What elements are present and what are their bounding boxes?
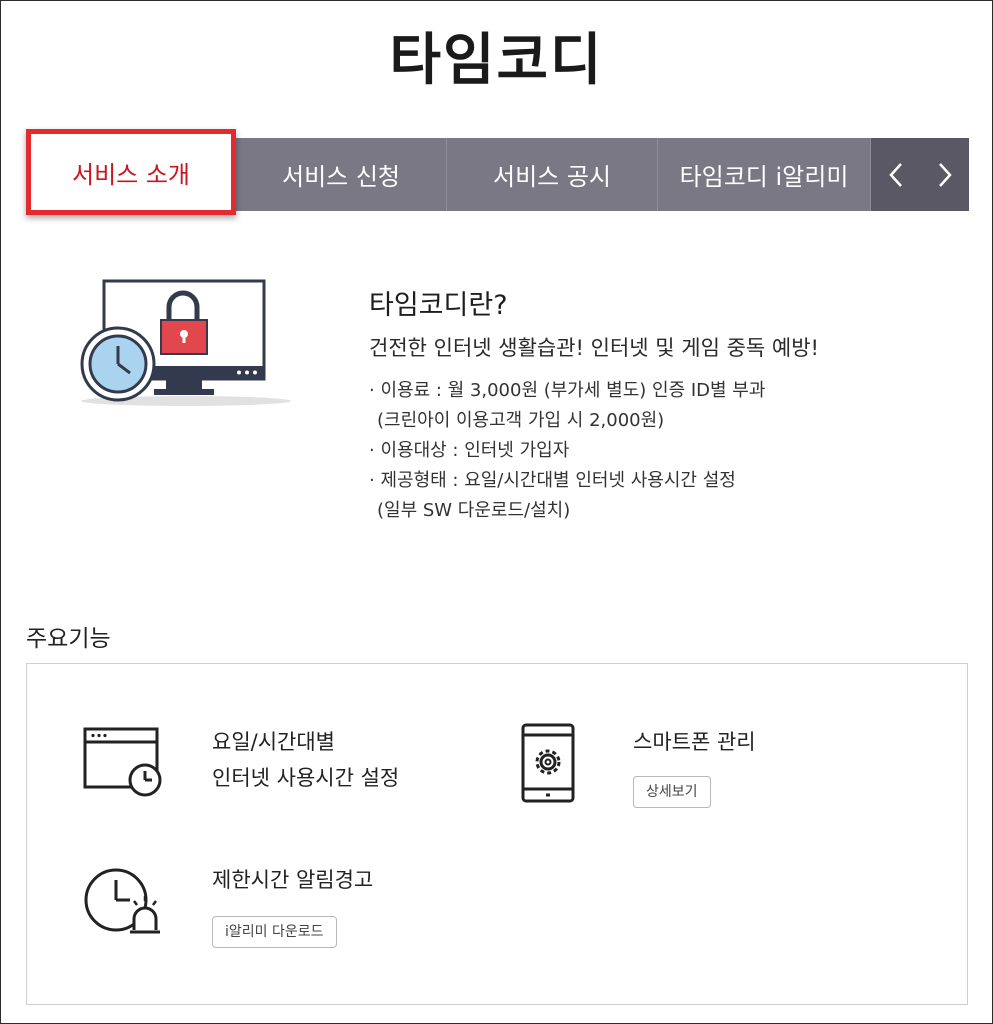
chevron-right-icon (938, 162, 952, 187)
tab-prev-button[interactable] (871, 138, 921, 211)
features-box: 요일/시간대별 인터넷 사용시간 설정 스마트폰 관리 상세보기 제한시간 알림 (26, 663, 968, 1005)
details-button[interactable]: 상세보기 (633, 776, 711, 808)
page-frame: 타임코디 서비스 소개 서비스 신청 서비스 공시 타임코디 i알리미 타임코디… (0, 0, 993, 1024)
i-alarm-download-button[interactable]: i알리미 다운로드 (212, 916, 337, 948)
tab-label: 서비스 소개 (71, 160, 191, 189)
feature-smartphone-label: 스마트폰 관리 (633, 730, 756, 754)
tab-bar: 서비스 소개 서비스 신청 서비스 공시 타임코디 i알리미 (26, 129, 969, 215)
feature-time-setting: 요일/시간대별 인터넷 사용시간 설정 (212, 724, 399, 796)
browser-clock-icon (83, 727, 162, 797)
intro-line-type-note: (일부 SW 다운로드/설치) (377, 500, 571, 521)
tab-i-alarm[interactable]: 타임코디 i알리미 (658, 138, 871, 211)
feature-time-alert-label: 제한시간 알림경고 (212, 868, 374, 892)
tab-service-notice[interactable]: 서비스 공시 (447, 138, 658, 211)
features-title: 주요기능 (26, 626, 111, 652)
page-title: 타임코디 (389, 28, 604, 93)
tab-service-apply[interactable]: 서비스 신청 (236, 138, 447, 211)
tab-label: 타임코디 i알리미 (679, 163, 849, 191)
tab-label: 서비스 신청 (281, 163, 401, 191)
intro-subtitle: 건전한 인터넷 생활습관! 인터넷 및 게임 중독 예방! (369, 336, 819, 360)
intro-line-fee: · 이용료 : 월 3,000원 (부가세 별도) 인증 ID별 부과 (369, 380, 766, 401)
feature-time-setting-line1: 요일/시간대별 (212, 730, 335, 754)
intro-title: 타임코디란? (369, 290, 508, 321)
tab-next-button[interactable] (920, 138, 969, 211)
intro-line-target: · 이용대상 : 인터넷 가입자 (369, 440, 570, 461)
chevron-left-icon (888, 162, 902, 187)
monitor-lock-clock-illustration (80, 279, 291, 406)
intro-line-type: · 제공형태 : 요일/시간대별 인터넷 사용시간 설정 (369, 470, 736, 491)
smartphone-gear-icon (521, 723, 575, 803)
tab-label: 서비스 공시 (492, 163, 612, 191)
clock-alarm-icon (84, 868, 160, 934)
tab-service-intro[interactable]: 서비스 소개 (26, 129, 236, 215)
feature-time-setting-line2: 인터넷 사용시간 설정 (212, 766, 400, 790)
intro-line-fee-note: (크린아이 이용고객 가입 시 2,000원) (377, 410, 665, 431)
service-intro: 타임코디란? 건전한 인터넷 생활습관! 인터넷 및 게임 중독 예방! · 이… (369, 283, 819, 526)
